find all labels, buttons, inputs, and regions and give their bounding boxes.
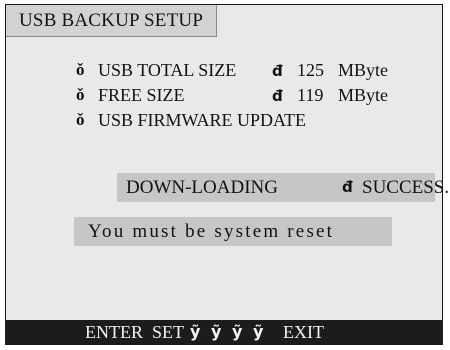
total-size-value: 125 <box>297 60 324 80</box>
arrow-right-icon: đ <box>272 87 283 105</box>
free-size-value: 119 <box>297 85 324 105</box>
footer-bar: ENTER SET ỹ ỹ ỹ ỹ EXIT <box>6 320 442 344</box>
free-size-unit: MByte <box>338 85 389 105</box>
firmware-update-label: USB FIRMWARE UPDATE <box>98 110 307 130</box>
total-size-label: USB TOTAL SIZE <box>98 60 237 80</box>
check-diamond-icon: ǒ <box>76 60 85 79</box>
enter-label[interactable]: ENTER <box>85 320 143 344</box>
check-diamond-icon: ǒ <box>76 110 85 129</box>
check-diamond-icon: ǒ <box>76 85 85 104</box>
left-key-icon[interactable]: ỹ <box>232 320 242 344</box>
exit-label[interactable]: EXIT <box>283 320 324 344</box>
down-key-icon[interactable]: ỹ <box>211 320 221 344</box>
up-key-icon[interactable]: ỹ <box>190 320 200 344</box>
reset-message-bar: You must be system reset <box>74 217 392 246</box>
osd-screen: USB BACKUP SETUP ǒ USB TOTAL SIZE đ 125 … <box>5 4 450 345</box>
arrow-right-icon: đ <box>342 178 353 196</box>
reset-message-text: You must be system reset <box>88 221 335 242</box>
right-key-icon[interactable]: ỹ <box>253 320 263 344</box>
window-title: USB BACKUP SETUP <box>6 5 218 37</box>
download-action-text: DOWN-LOADING <box>126 177 278 198</box>
download-result-text: SUCCESS... <box>362 177 450 198</box>
set-label[interactable]: SET <box>152 320 184 344</box>
arrow-right-icon: đ <box>272 62 283 80</box>
free-size-label: FREE SIZE <box>98 85 185 105</box>
download-status-bar: DOWN-LOADING đ SUCCESS... <box>117 173 450 202</box>
total-size-unit: MByte <box>338 60 389 80</box>
